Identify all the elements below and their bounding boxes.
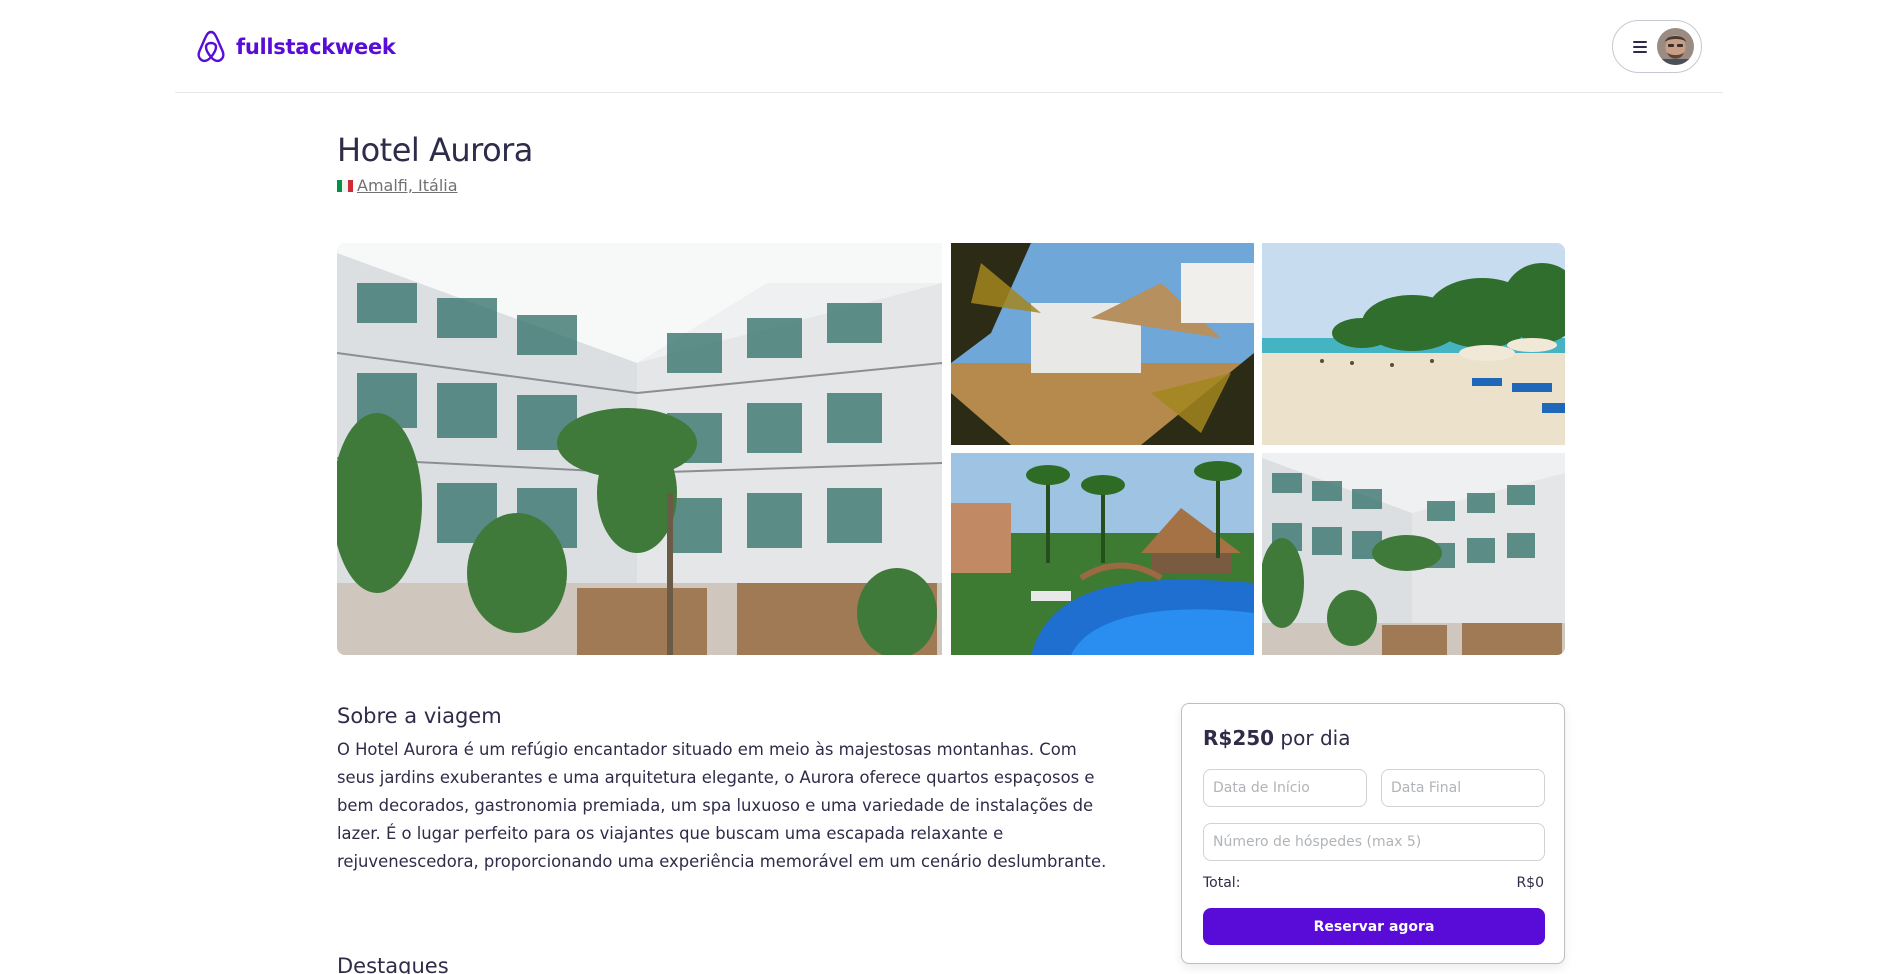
highlights-heading: Destaques (337, 954, 449, 974)
photo-gallery (337, 243, 1565, 655)
total-value: R$0 (1516, 875, 1544, 891)
hamburger-menu-icon (1633, 40, 1647, 53)
booking-card: R$250 por dia Total: R$0 Reservar agora (1181, 703, 1565, 964)
start-date-field[interactable] (1203, 769, 1367, 807)
location-link[interactable]: Amalfi, Itália (357, 176, 458, 195)
brand-name: fullstackweek (236, 35, 396, 59)
pool-photo[interactable] (951, 453, 1254, 655)
end-date-field[interactable] (1381, 769, 1545, 807)
guests-field[interactable] (1203, 823, 1545, 861)
top-navbar: fullstackweek (175, 0, 1723, 93)
price-value: R$250 (1203, 726, 1275, 750)
total-label: Total: (1203, 875, 1241, 891)
about-heading: Sobre a viagem (337, 704, 502, 728)
beach-photo[interactable] (1262, 243, 1565, 445)
user-avatar (1657, 28, 1694, 65)
hotel-courtyard-photo[interactable] (1262, 453, 1565, 655)
user-menu-button[interactable] (1612, 20, 1702, 73)
about-description: O Hotel Aurora é um refúgio encantador s… (337, 740, 1107, 871)
page-title: Hotel Aurora (337, 131, 533, 169)
price-per-day: R$250 por dia (1203, 726, 1350, 750)
italy-flag-icon (337, 179, 353, 192)
airbnb-logo-icon (197, 30, 225, 63)
brand-logo[interactable]: fullstackweek (195, 29, 396, 65)
hotel-building-photo[interactable] (337, 243, 942, 655)
resort-palms-photo[interactable] (951, 243, 1254, 445)
price-suffix: por dia (1274, 726, 1351, 750)
hotel-location: Amalfi, Itália (337, 176, 458, 195)
reserve-button[interactable]: Reservar agora (1203, 908, 1545, 945)
